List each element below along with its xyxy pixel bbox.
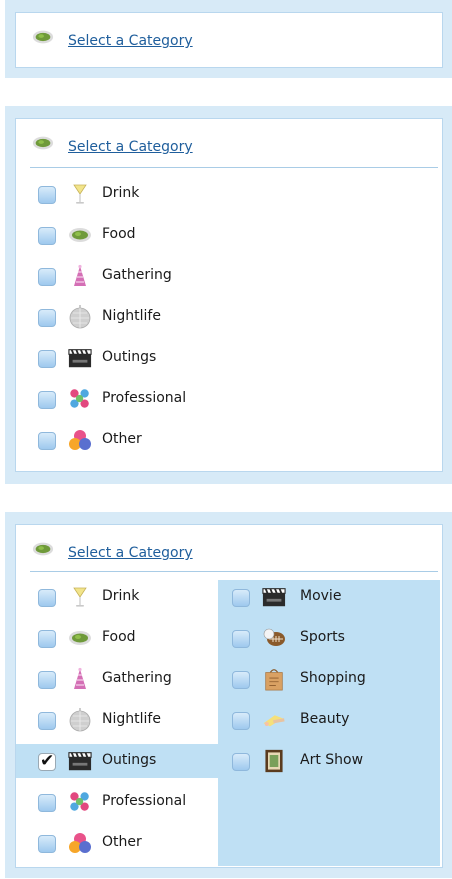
cocktail-icon	[68, 182, 92, 206]
subcategory-label: Sports	[300, 629, 345, 645]
cocktail-icon	[68, 585, 92, 609]
food-icon	[68, 223, 92, 247]
subcategory-label: Art Show	[300, 752, 364, 768]
party-hat-icon	[68, 264, 92, 288]
people-icon	[68, 387, 92, 411]
category-item[interactable]: Gathering	[16, 259, 444, 293]
disco-ball-icon	[68, 708, 92, 732]
select-category-link[interactable]: Select a Category	[68, 33, 193, 49]
checkbox[interactable]	[38, 794, 56, 812]
shapes-icon	[68, 831, 92, 855]
subcategory-label: Beauty	[300, 711, 350, 727]
checkbox[interactable]	[38, 391, 56, 409]
subcategory-item[interactable]: Sports	[218, 621, 440, 655]
checkbox[interactable]	[232, 589, 250, 607]
food-icon	[32, 29, 54, 45]
category-item[interactable]: Gathering	[16, 662, 218, 696]
ball-icon	[262, 626, 286, 650]
category-label: Drink	[102, 185, 140, 201]
category-item[interactable]: Professional	[16, 785, 218, 819]
subcategory-label: Shopping	[300, 670, 366, 686]
category-selector-collapsed: Select a Category	[5, 0, 452, 78]
subcategory-item[interactable]: Movie	[218, 580, 440, 614]
shopping-bag-icon	[262, 667, 286, 691]
food-icon	[68, 626, 92, 650]
subcategory-item[interactable]: Shopping	[218, 662, 440, 696]
food-icon	[32, 135, 54, 151]
category-selector-with-subcategories: Select a Category Drink Food Gathering Nigh…	[5, 512, 452, 878]
category-item[interactable]: Food	[16, 218, 444, 252]
checkmark-icon: ✔	[40, 751, 55, 771]
clapperboard-icon	[68, 346, 92, 370]
checkbox[interactable]	[38, 835, 56, 853]
category-item[interactable]: Professional	[16, 382, 444, 416]
category-item[interactable]: Drink	[16, 177, 444, 211]
category-selector-header[interactable]: Select a Category	[16, 133, 442, 163]
category-label: Other	[102, 834, 142, 850]
shapes-icon	[68, 428, 92, 452]
checkbox[interactable]	[232, 671, 250, 689]
header-divider	[30, 167, 438, 168]
category-item[interactable]: ✔ Outings	[16, 744, 218, 778]
checkbox-checked[interactable]: ✔	[38, 751, 56, 771]
checkbox[interactable]	[38, 268, 56, 286]
category-item[interactable]: Food	[16, 621, 218, 655]
category-selector-expanded: Select a Category Drink Food Gathering Nigh…	[5, 106, 452, 484]
checkbox[interactable]	[38, 309, 56, 327]
checkbox[interactable]	[38, 589, 56, 607]
checkbox[interactable]	[38, 227, 56, 245]
disco-ball-icon	[68, 305, 92, 329]
category-label: Food	[102, 629, 136, 645]
category-item[interactable]: Other	[16, 826, 218, 860]
category-label: Gathering	[102, 267, 172, 283]
category-label: Gathering	[102, 670, 172, 686]
picture-frame-icon	[262, 749, 286, 773]
category-item[interactable]: Nightlife	[16, 300, 444, 334]
category-label: Professional	[102, 390, 187, 406]
checkbox[interactable]	[38, 350, 56, 368]
category-label: Outings	[102, 752, 157, 768]
select-category-link[interactable]: Select a Category	[68, 545, 193, 561]
category-list-box: Select a Category Drink Food Gathering Nigh…	[15, 524, 443, 868]
checkbox[interactable]	[232, 753, 250, 771]
category-item[interactable]: Other	[16, 423, 444, 457]
party-hat-icon	[68, 667, 92, 691]
select-category-link[interactable]: Select a Category	[68, 139, 193, 155]
category-selector-header[interactable]: Select a Category	[16, 27, 442, 57]
makeup-icon	[262, 708, 286, 732]
header-divider	[30, 571, 438, 572]
clapperboard-icon	[68, 749, 92, 773]
category-label: Drink	[102, 588, 140, 604]
category-item[interactable]: Drink	[16, 580, 218, 614]
category-selector-box: Select a Category	[15, 12, 443, 68]
checkbox[interactable]	[38, 712, 56, 730]
food-icon	[32, 541, 54, 557]
subcategory-label: Movie	[300, 588, 342, 604]
category-item[interactable]: Nightlife	[16, 703, 218, 737]
checkbox[interactable]	[38, 432, 56, 450]
people-icon	[68, 790, 92, 814]
category-label: Outings	[102, 349, 157, 365]
category-label: Professional	[102, 793, 187, 809]
checkbox[interactable]	[38, 186, 56, 204]
checkbox[interactable]	[38, 630, 56, 648]
subcategory-item[interactable]: Beauty	[218, 703, 440, 737]
category-item[interactable]: Outings	[16, 341, 444, 375]
checkbox[interactable]	[38, 671, 56, 689]
category-label: Nightlife	[102, 711, 161, 727]
checkbox[interactable]	[232, 630, 250, 648]
subcategory-item[interactable]: Art Show	[218, 744, 440, 778]
category-label: Nightlife	[102, 308, 161, 324]
category-selector-header[interactable]: Select a Category	[16, 539, 442, 569]
checkbox[interactable]	[232, 712, 250, 730]
category-label: Other	[102, 431, 142, 447]
category-label: Food	[102, 226, 136, 242]
clapperboard-icon	[262, 585, 286, 609]
category-list-box: Select a Category Drink Food Gathering Nigh…	[15, 118, 443, 472]
